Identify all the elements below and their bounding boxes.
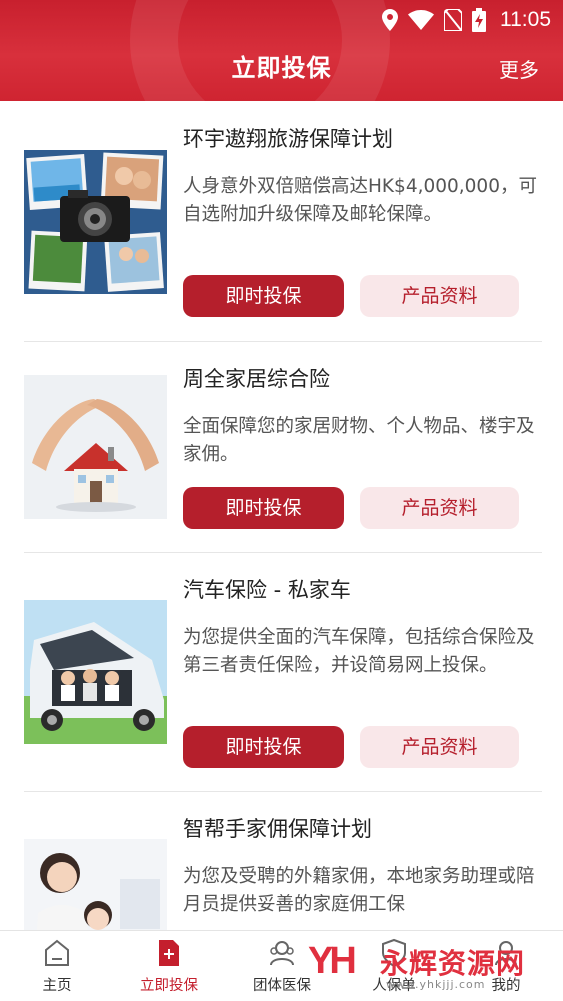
watermark-text: 永辉资源网: [380, 947, 526, 980]
product-description: 为您提供全面的汽车保障，包括综合保险及第三者责任保险，并设简易网上投保。: [183, 627, 535, 676]
nav-buy-now-label: 立即投保: [140, 978, 198, 994]
mother-and-child-image: [24, 839, 167, 931]
nav-home[interactable]: 主页: [12, 931, 102, 1001]
buy-now-button[interactable]: 即时投保: [183, 487, 344, 529]
sim-icon: [444, 9, 462, 31]
divider: [24, 791, 542, 792]
add-document-icon: [154, 938, 184, 968]
product-description: 人身意外双倍赔偿高达HK$4,000,000，可自选附加升级保障及邮轮保障。: [183, 176, 537, 225]
product-title: 智帮手家佣保障计划: [183, 817, 372, 841]
product-info-button[interactable]: 产品资料: [360, 726, 519, 768]
more-button[interactable]: 更多: [499, 54, 539, 83]
divider: [24, 552, 542, 553]
product-description: 全面保障您的家居财物、个人物品、楼宇及家佣。: [183, 416, 535, 465]
product-title: 环宇遨翔旅游保障计划: [183, 127, 393, 151]
family-in-car-image: [24, 600, 167, 744]
page-title: 立即投保: [231, 54, 332, 82]
app-header: 11:05 立即投保 更多: [0, 0, 563, 101]
product-title: 汽车保险 - 私家车: [183, 578, 351, 602]
hands-over-house-image: [24, 375, 167, 519]
watermark: YH 永辉资源网 www.yhkjjj.com: [300, 936, 563, 996]
divider: [24, 341, 542, 342]
status-time: 11:05: [500, 8, 551, 31]
status-bar: 11:05: [0, 0, 563, 40]
battery-charging-icon: [472, 8, 486, 32]
product-info-button[interactable]: 产品资料: [360, 275, 519, 317]
watermark-url: www.yhkjjj.com: [386, 978, 486, 991]
product-title: 周全家居综合险: [183, 367, 330, 391]
buy-now-button[interactable]: 即时投保: [183, 726, 344, 768]
home-icon: [42, 938, 72, 968]
watermark-logo: YH: [308, 940, 357, 982]
group-icon: [267, 938, 297, 968]
nav-home-label: 主页: [42, 978, 72, 994]
product-description: 为您及受聘的外籍家佣，本地家务助理或陪月员提供妥善的家庭佣工保: [183, 866, 535, 915]
buy-now-button[interactable]: 即时投保: [183, 275, 344, 317]
travel-photos-camera-image: [24, 150, 167, 294]
product-info-button[interactable]: 产品资料: [360, 487, 519, 529]
location-icon: [382, 9, 398, 31]
wifi-icon: [408, 10, 434, 30]
nav-buy-now[interactable]: 立即投保: [124, 931, 214, 1001]
